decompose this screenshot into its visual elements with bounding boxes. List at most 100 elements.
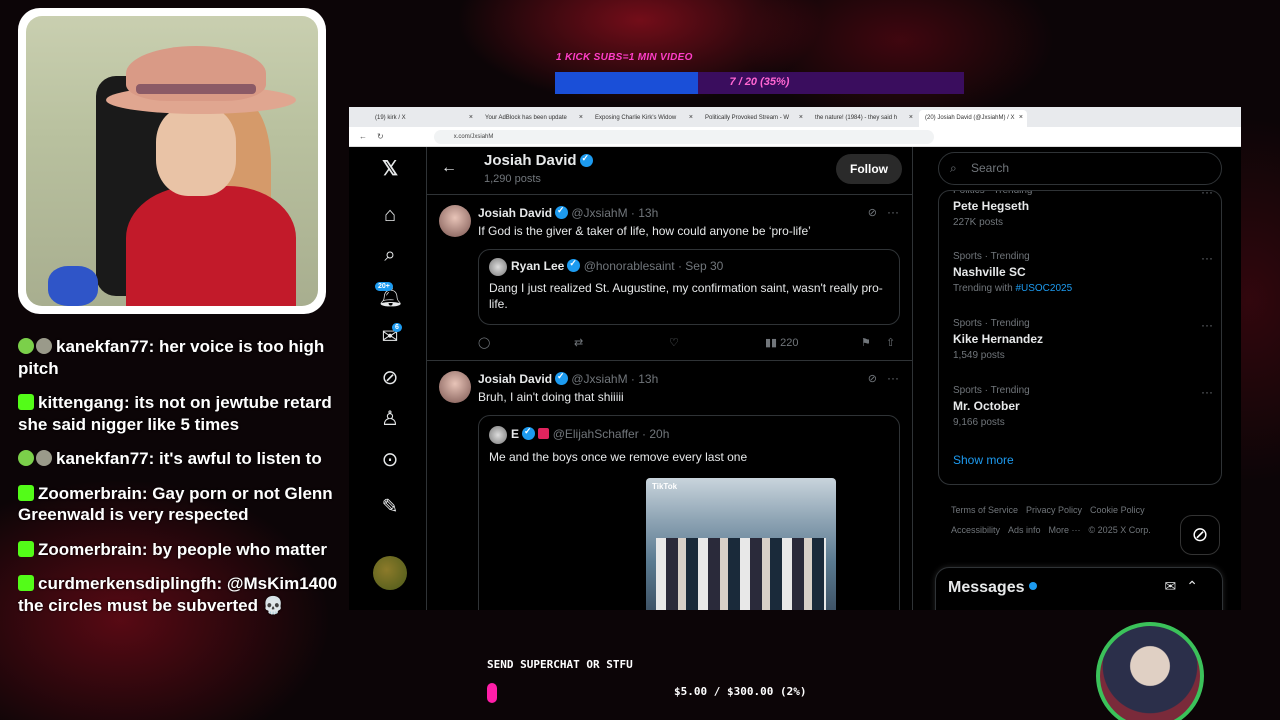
x-logo-icon[interactable]: 𝕏 <box>378 157 402 181</box>
footer-link[interactable]: Privacy Policy <box>1026 505 1082 515</box>
kick-goal-label: 1 KICK SUBS=1 MIN VIDEO <box>556 52 693 63</box>
kick-badge-icon <box>18 575 34 591</box>
grok-icon[interactable]: ⊘ <box>378 366 402 390</box>
share-icon[interactable]: ⇧ <box>886 336 895 349</box>
tweet-avatar[interactable] <box>439 205 471 237</box>
tweet-actions: ◯ ⇄ ♡ ▮▮ 220 ⚑ ⇧ <box>478 336 900 352</box>
footer-links: Terms of Service Privacy Policy Cookie Pol… <box>951 500 1201 540</box>
footer-link[interactable]: More ··· <box>1049 525 1081 535</box>
reply-icon[interactable]: ◯ <box>478 336 490 349</box>
trend-item[interactable]: Sports · Trending Kike Hernandez 1,549 pos… <box>953 318 1213 361</box>
close-tab-icon[interactable]: × <box>909 114 913 121</box>
like-icon[interactable]: ♡ <box>669 336 679 349</box>
retweet-icon[interactable]: ⇄ <box>574 336 583 349</box>
quote-text: Me and the boys once we remove every las… <box>489 450 748 464</box>
messages-actions[interactable]: ✉⌃ <box>1165 578 1208 595</box>
trend-subtitle: 227K posts <box>953 217 1004 228</box>
close-tab-icon[interactable]: × <box>799 114 803 121</box>
quote-tweet[interactable]: Ryan Lee @honorablesaint · Sep 30 Dang I… <box>478 249 900 325</box>
tweet-author[interactable]: Josiah David @JxsiahM · 13h <box>478 205 658 220</box>
profile-icon[interactable]: ♙ <box>378 407 402 431</box>
grok-explain-icon[interactable]: ⊘ <box>868 372 877 385</box>
more-icon[interactable]: ⊙ <box>378 448 402 472</box>
chat-message: kanekfan77: her voice is too high pitch <box>18 336 338 379</box>
home-icon[interactable]: ⌂ <box>378 203 402 227</box>
close-tab-icon[interactable]: × <box>689 114 693 121</box>
tab-title: Politically Provoked Stream - W <box>705 115 790 121</box>
tweet-avatar[interactable] <box>439 371 471 403</box>
trend-item[interactable]: Politics · Trending Pete Hegseth 227K post… <box>953 191 1213 228</box>
chat-message-text: kanekfan77: it's awful to listen to <box>56 449 322 468</box>
close-tab-icon[interactable]: × <box>1019 114 1023 121</box>
verified-icon <box>579 153 593 167</box>
tweet[interactable]: Josiah David @JxsiahM · 13h ⊘ ··· Bruh, … <box>427 361 912 610</box>
chat-message-text: Zoomerbrain: by people who matter <box>38 539 328 559</box>
quote-avatar <box>489 426 507 444</box>
search-icon[interactable]: ⌕ <box>378 243 402 267</box>
trend-title: Mr. October <box>953 399 1020 413</box>
more-options-icon[interactable]: ··· <box>1201 191 1213 199</box>
trend-hashtag[interactable]: #USOC2025 <box>1015 283 1072 294</box>
chat-message-text: kittengang: its not on jewtube retard sh… <box>18 393 332 434</box>
profile-name: Josiah David <box>484 152 593 169</box>
footer-link[interactable]: © 2025 X Corp. <box>1089 525 1151 535</box>
browser-tab[interactable]: Politically Provoked Stream - W × <box>699 110 807 127</box>
verified-icon <box>555 205 569 219</box>
account-avatar[interactable] <box>373 556 407 590</box>
chat-message: Zoomerbrain: by people who matter <box>18 539 338 561</box>
tweet[interactable]: Josiah David @JxsiahM · 13h ⊘ ··· If God… <box>427 195 912 361</box>
quote-tweet[interactable]: E @ElijahSchaffer · 20h Me and the boys … <box>478 415 900 610</box>
new-message-icon: ✉ <box>1164 578 1187 594</box>
follow-button[interactable]: Follow <box>836 154 902 184</box>
url-field[interactable]: x.com/JxsiahM <box>433 129 934 144</box>
stream-overlay: 1 KICK SUBS=1 MIN VIDEO 7 / 20 (35%) kan… <box>0 0 1280 720</box>
tiktok-watermark: TikTok <box>652 482 678 491</box>
footer-link[interactable]: Ads info <box>1008 525 1041 535</box>
grok-button[interactable]: ⊘ <box>1180 515 1220 555</box>
search-input[interactable]: ⌕ Search <box>938 152 1222 185</box>
browser-tab[interactable]: the nature! (1984) - they said h × <box>809 110 917 127</box>
post-count: 1,290 posts <box>484 173 541 185</box>
embedded-video[interactable]: TikTok <box>646 478 836 610</box>
verified-icon <box>555 371 569 385</box>
close-tab-icon[interactable]: × <box>469 114 473 121</box>
show-more-link[interactable]: Show more <box>953 453 1014 467</box>
quote-author: E @ElijahSchaffer · 20h <box>511 426 669 441</box>
more-options-icon[interactable]: ··· <box>1201 318 1213 332</box>
views-icon[interactable]: ▮▮ 220 <box>765 336 799 349</box>
more-options-icon[interactable]: ··· <box>887 371 899 385</box>
search-icon: ⌕ <box>950 161 957 175</box>
trend-item[interactable]: Sports · Trending Nashville SC Trending wi… <box>953 251 1213 294</box>
trend-title: Kike Hernandez <box>953 332 1044 346</box>
post-feather-icon[interactable]: ✎ <box>378 495 402 519</box>
footer-link[interactable]: Accessibility <box>951 525 1000 535</box>
bookmark-icon[interactable]: ⚑ <box>861 336 871 349</box>
superchat-text: $5.00 / $300.00 (2%) <box>674 685 807 698</box>
more-options-icon[interactable]: ··· <box>887 205 899 219</box>
trend-item[interactable]: Sports · Trending Mr. October 9,166 posts ·… <box>953 385 1213 428</box>
grok-explain-icon[interactable]: ⊘ <box>868 206 877 219</box>
collapse-icon: ⌃ <box>1186 578 1208 594</box>
streamer-avatar <box>1096 622 1204 720</box>
footer-link[interactable]: Terms of Service <box>951 505 1018 515</box>
tweet-text: If God is the giver & taker of life, how… <box>478 224 811 238</box>
profile-header: ← Josiah David 1,290 posts Follow <box>427 147 912 195</box>
browser-tab[interactable]: (19) kirk / X × <box>369 110 477 127</box>
trend-title: Nashville SC <box>953 265 1026 279</box>
browser-tab[interactable]: Your AdBlock has been update × <box>479 110 587 127</box>
footer-link[interactable]: Cookie Policy <box>1090 505 1145 515</box>
tweet-author[interactable]: Josiah David @JxsiahM · 13h <box>478 371 658 386</box>
more-options-icon[interactable]: ··· <box>1201 385 1213 399</box>
superchat-bar <box>487 683 497 703</box>
back-icon[interactable]: ← <box>441 159 457 177</box>
close-tab-icon[interactable]: × <box>579 114 583 121</box>
reload-icon[interactable]: ↻ <box>377 132 384 141</box>
browser-tab[interactable]: (20) Josiah David (@JxsiahM) / X × <box>919 110 1027 127</box>
trend-category: Sports · Trending <box>953 385 1030 396</box>
browser-tab[interactable]: Exposing Charlie Kirk's Widow × <box>589 110 697 127</box>
tab-title: (19) kirk / X <box>375 115 406 121</box>
messages-drawer[interactable]: Messages ✉⌃ <box>935 567 1223 610</box>
back-arrow-icon[interactable]: ← <box>359 132 367 141</box>
verified-icon <box>567 258 581 272</box>
more-options-icon[interactable]: ··· <box>1201 251 1213 265</box>
